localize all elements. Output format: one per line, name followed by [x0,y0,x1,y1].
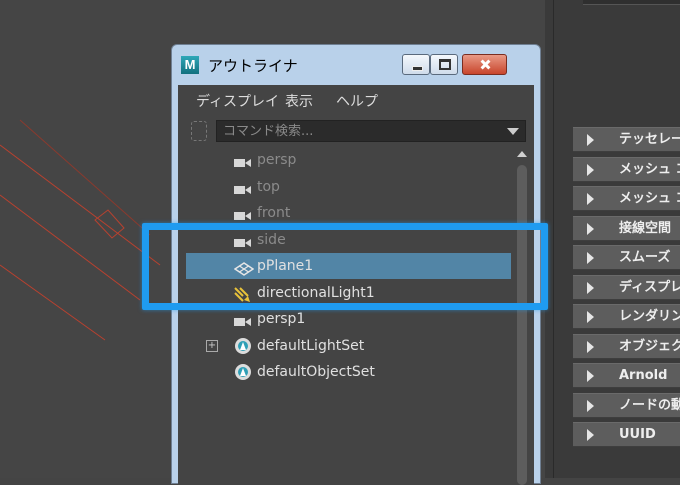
set-icon-graphic [235,364,251,380]
tree-item-defaultLightSet[interactable]: + defaultLightSet [186,333,511,359]
attribute-section-label: UUID [619,427,656,442]
search-field[interactable] [216,120,526,142]
camera-icon [234,206,252,220]
attribute-section-label: テッセレー [619,132,680,147]
camera-icon [234,312,252,326]
attribute-section-header[interactable]: テッセレー [573,127,680,152]
scroll-thumb[interactable] [517,165,527,485]
set-icon-graphic [235,337,251,354]
chevron-right-icon[interactable] [587,340,594,353]
chevron-right-icon[interactable] [587,399,594,412]
menu-help[interactable]: ヘルプ [336,91,378,111]
tree-item-label: defaultObjectSet [257,364,375,380]
panel-top-bar [583,0,680,5]
attribute-section-header[interactable]: ディスプレ [573,274,680,300]
camera-icon-graphic [234,159,251,167]
attribute-section-label: ディスプレ [619,279,680,295]
tree-item-top[interactable]: top [186,174,511,200]
attribute-section-label: メッシュ コ [619,161,680,177]
attribute-section-label: レンダリン [619,309,680,324]
attribute-section-label: メッシュ コ [619,191,680,206]
tree-item-persp[interactable]: persp [186,147,511,173]
chevron-right-icon[interactable] [587,429,594,441]
maximize-button[interactable] [430,54,458,75]
attribute-section-label: ノードの動 [619,397,680,413]
camera-icon-graphic [234,185,251,194]
chevron-right-icon[interactable] [587,163,594,176]
title-bar[interactable]: M アウトライナ [172,45,540,85]
scroll-up-icon[interactable] [517,151,527,157]
attribute-section-header[interactable]: 接線空間 [573,215,680,241]
chevron-right-icon[interactable] [587,222,594,235]
attribute-section-label: 接線空間 [619,220,672,236]
minimize-button[interactable] [402,54,430,75]
set-icon [234,363,252,380]
camera-icon [234,180,252,194]
outliner-tree: persp top front side pPlane1 directionalLight… [186,147,513,477]
tree-item-label: top [257,178,280,195]
tree-item-label: persp [257,152,297,168]
highlight-annotation [142,223,548,310]
menu-bar: ディスプレイ 表示 ヘルプ [178,85,534,117]
tree-item-label: defaultLightSet [257,337,365,354]
close-button[interactable] [462,54,507,75]
attribute-section-label: オブジェク [619,338,680,354]
camera-icon-graphic [234,318,251,326]
expand-icon[interactable]: + [206,339,218,352]
chevron-right-icon[interactable] [587,252,594,264]
chevron-right-icon[interactable] [587,193,594,205]
attribute-section-header[interactable]: ノードの動 [573,392,680,418]
panel-divider [553,0,554,478]
window-title: アウトライナ [208,57,298,75]
attribute-section-header[interactable]: Arnold [573,363,680,388]
chevron-right-icon[interactable] [587,281,594,294]
vertical-scrollbar[interactable] [515,147,529,485]
tree-item-defaultObjectSet[interactable]: defaultObjectSet [186,359,511,385]
menu-show[interactable]: 表示 [285,91,313,111]
maya-app-icon: M [181,56,199,74]
attribute-section-header[interactable]: オブジェク [573,333,680,359]
attribute-section-label: スムーズ [619,250,671,265]
attribute-section-header[interactable]: スムーズ [573,245,680,270]
chevron-right-icon[interactable] [587,311,594,323]
attribute-section-header[interactable]: メッシュ コ [573,186,680,211]
menu-display[interactable]: ディスプレイ [196,91,279,111]
attribute-section-header[interactable]: メッシュ コ [573,156,680,182]
set-icon [234,337,252,354]
attribute-section-header[interactable]: レンダリン [573,304,680,329]
attribute-section-header[interactable]: UUID [573,422,680,447]
filter-icon[interactable] [191,121,207,141]
camera-icon-graphic [234,212,251,220]
chevron-right-icon[interactable] [587,370,594,382]
camera-icon [234,153,252,167]
chevron-down-icon[interactable] [507,128,519,135]
search-input[interactable] [217,121,509,141]
chevron-right-icon[interactable] [587,134,594,146]
attribute-section-label: Arnold [619,368,668,383]
